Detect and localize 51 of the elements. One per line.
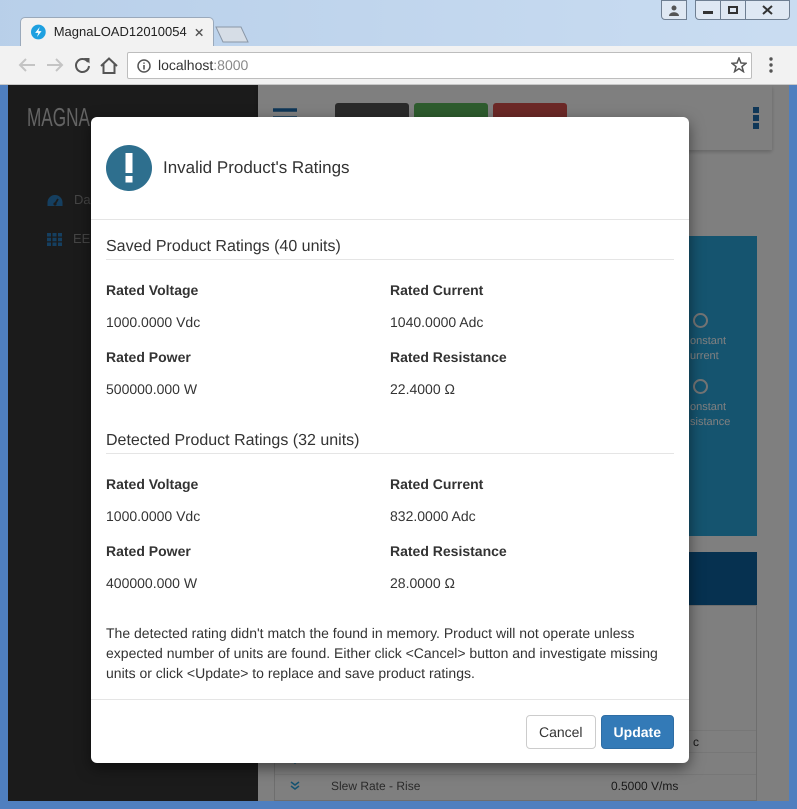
field-value: 1040.0000 Adc — [390, 313, 484, 332]
field-value: 1000.0000 Vdc — [106, 313, 202, 332]
more-icon[interactable] — [753, 106, 759, 128]
field-value: 22.4000 Ω — [390, 380, 456, 399]
dialog-title: Invalid Product's Ratings — [163, 157, 350, 180]
field-label: Rated Voltage — [106, 281, 200, 300]
section-title: Detected Product Ratings (32 units) — [106, 429, 674, 454]
field-value: 1000.0000 Vdc — [106, 507, 202, 526]
minimize-button[interactable] — [695, 0, 721, 20]
field-value: 832.0000 Adc — [390, 507, 477, 526]
setting-value: c — [693, 734, 699, 750]
url-text: localhost:8000 — [158, 56, 248, 75]
reload-icon[interactable] — [74, 56, 91, 74]
setting-value: 0.5000 V/ms — [611, 778, 678, 794]
home-icon[interactable] — [100, 56, 118, 74]
radio-label: sistance — [690, 415, 732, 430]
maximize-button[interactable] — [721, 0, 746, 20]
radio-label: onstant — [690, 400, 728, 415]
address-field[interactable]: localhost:8000 — [127, 52, 752, 79]
bolt-icon — [31, 24, 46, 40]
radio-label: onstant — [690, 334, 728, 349]
close-icon — [762, 5, 773, 15]
radio-button[interactable] — [693, 313, 708, 328]
radio-label: urrent — [690, 349, 720, 364]
menu-icon[interactable] — [769, 57, 773, 73]
field-label: Rated Resistance — [390, 348, 508, 367]
field-value: 28.0000 Ω — [390, 574, 456, 593]
user-button[interactable] — [661, 0, 687, 20]
grid-icon — [47, 232, 62, 246]
info-icon — [137, 58, 151, 72]
section-title: Saved Product Ratings (40 units) — [106, 235, 674, 260]
close-icon[interactable] — [194, 28, 203, 36]
field-label: Rated Power — [106, 542, 192, 561]
field-label: Rated Resistance — [390, 542, 508, 561]
cancel-button[interactable]: Cancel — [526, 715, 596, 749]
close-button[interactable] — [746, 0, 790, 20]
radio-button[interactable] — [693, 379, 708, 394]
message-text: The detected rating didn't match the found in memory. Product will not operate unless expected number of units are found. Either click <Cancel> button and investigate missing units or click <Update> to replace and save product ratings. — [105, 624, 659, 683]
field-label: Rated Current — [390, 281, 484, 300]
setting-label: Slew Rate - Rise — [331, 778, 422, 794]
update-button[interactable]: Update — [600, 715, 674, 749]
gauge-icon — [47, 194, 63, 206]
logo: MAGNA — [27, 102, 90, 132]
field-label: Rated Voltage — [106, 475, 200, 494]
user-icon — [668, 4, 680, 16]
field-value: 500000.000 W — [106, 380, 198, 399]
field-value: 400000.000 W — [106, 574, 198, 593]
warning-icon — [106, 145, 152, 191]
field-label: Rated Power — [106, 348, 192, 367]
star-icon[interactable] — [731, 57, 747, 73]
field-label: Rated Current — [390, 475, 484, 494]
